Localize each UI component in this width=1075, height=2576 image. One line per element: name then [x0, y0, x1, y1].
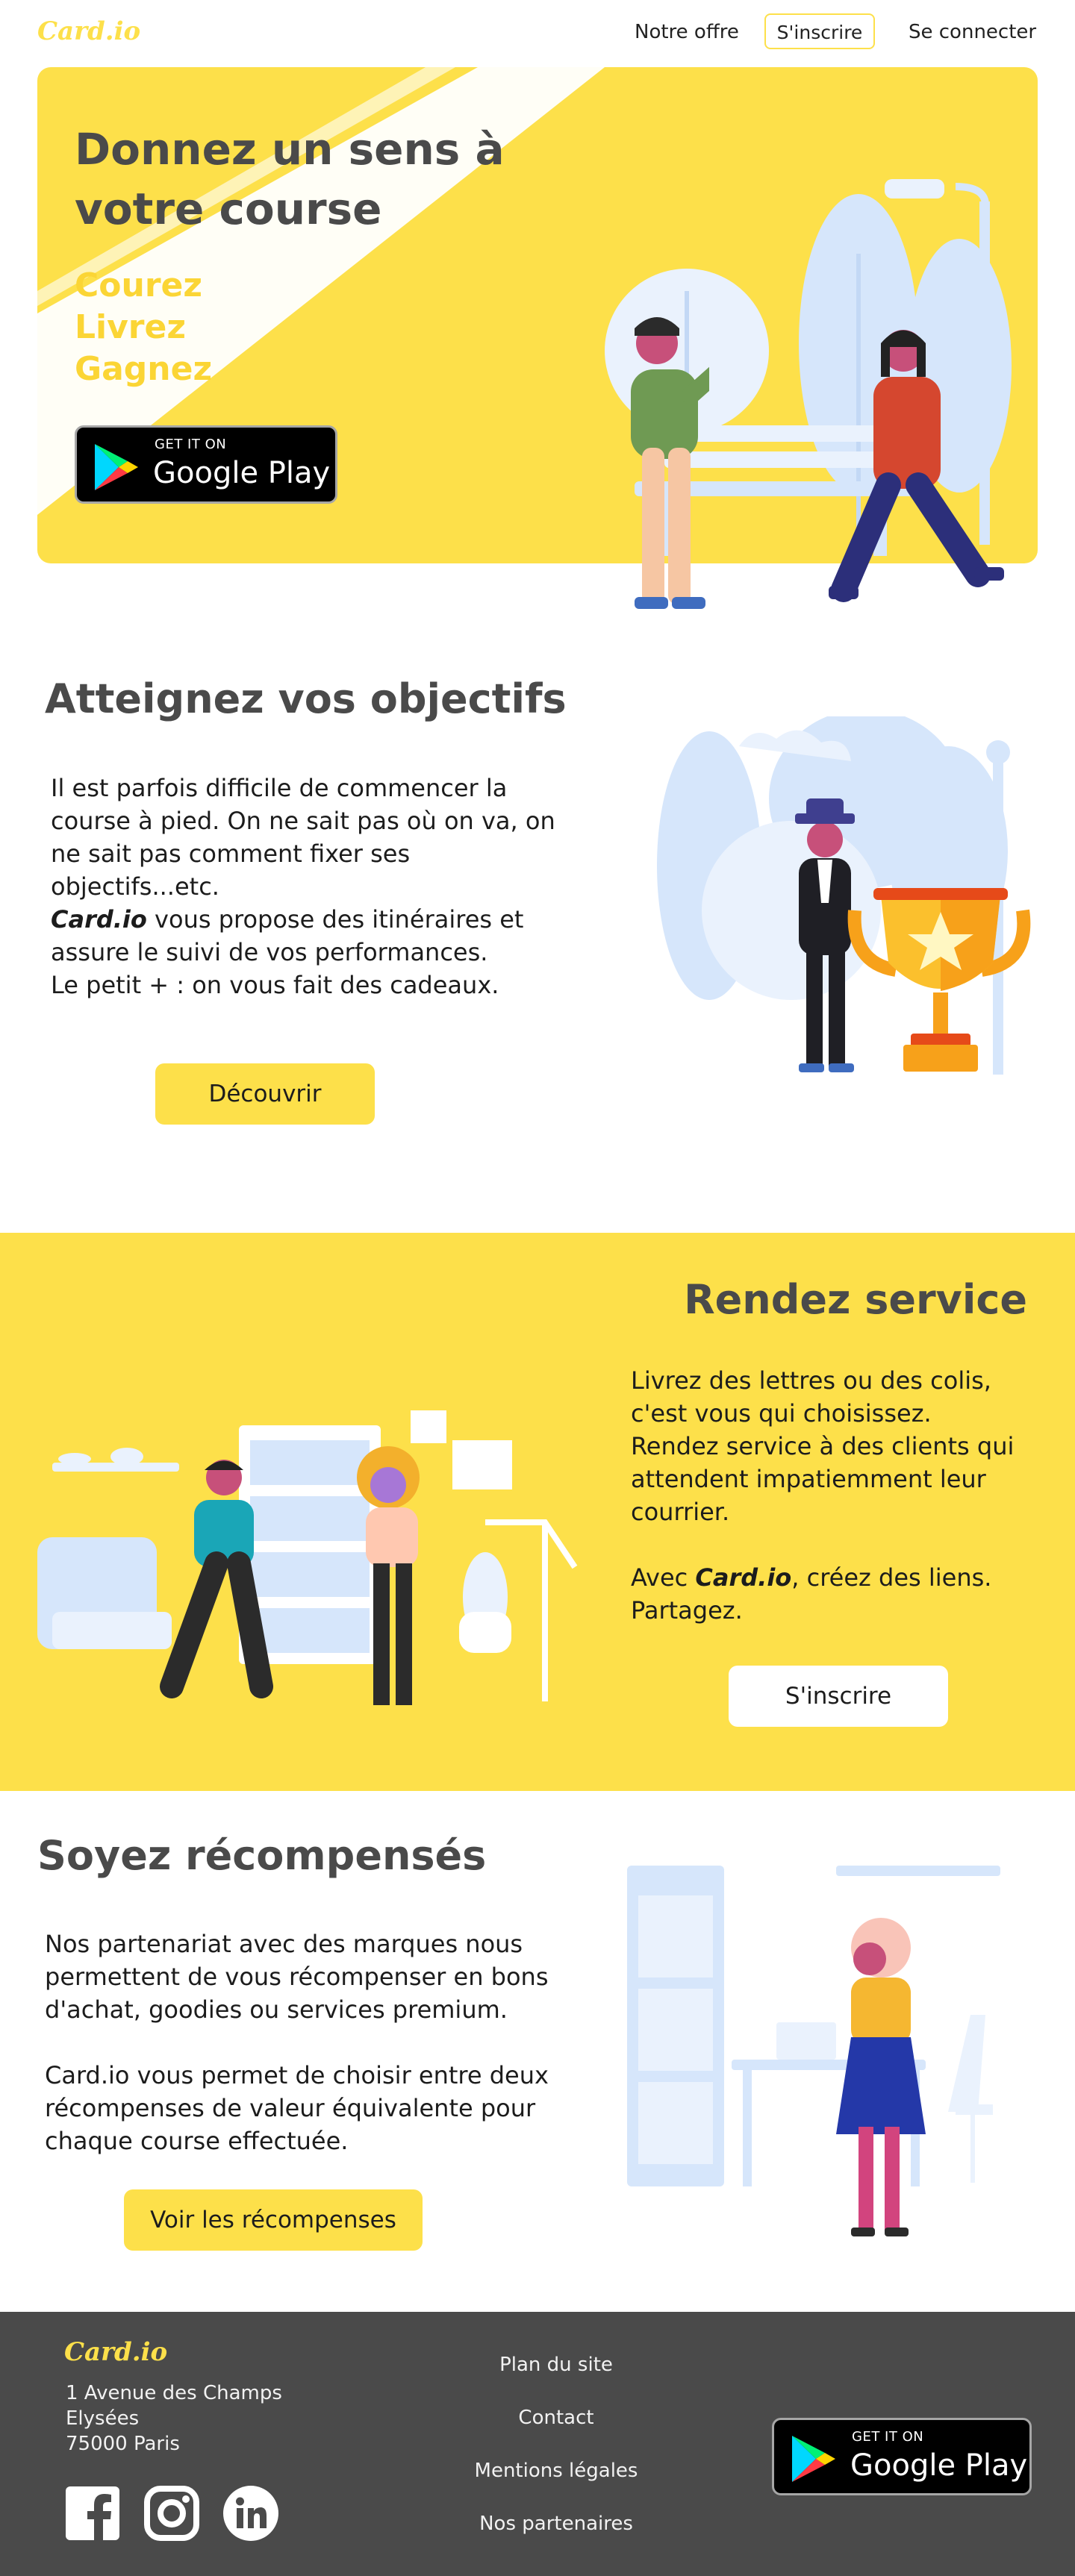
badge-small-text: GET IT ON [852, 2429, 924, 2445]
google-play-badge[interactable]: GET IT ON Google Play [75, 425, 337, 504]
service-para-3: Avec Card.io, créez des liens. [631, 1561, 1049, 1594]
discover-button[interactable]: Découvrir [155, 1063, 375, 1125]
see-rewards-button[interactable]: Voir les récompenses [124, 2189, 423, 2251]
instagram-icon[interactable] [143, 2485, 200, 2542]
trophy-illustration [657, 716, 1031, 1075]
walker-illustration [829, 330, 1004, 602]
badge-big-text: Google Play [153, 456, 331, 490]
rewards-para-1: Nos partenariat avec des marques nous pe… [45, 1930, 549, 2024]
brand-name: Card.io [695, 1563, 792, 1592]
footer-link-partners[interactable]: Nos partenaires [407, 2513, 705, 2535]
rewards-illustration [627, 1866, 1000, 2236]
footer-link-contact[interactable]: Contact [407, 2407, 705, 2429]
badge-big-text: Google Play [850, 2448, 1028, 2483]
runner-illustration [631, 317, 709, 609]
brand-logo[interactable]: Card.io [37, 16, 140, 46]
slogan-run: Courez [75, 266, 202, 304]
footer-link-legal[interactable]: Mentions légales [407, 2460, 705, 2482]
objectives-para-1: Il est parfois difficile de commencer la… [51, 774, 555, 901]
service-title: Rendez service [684, 1276, 1027, 1323]
nav-our-offer[interactable]: Notre offre [635, 13, 739, 51]
footer-link-sitemap[interactable]: Plan du site [407, 2354, 705, 2376]
rewards-title: Soyez récompensés [37, 1832, 487, 1879]
objectives-para-3: Le petit + : on vous fait des cadeaux. [51, 971, 499, 999]
service-signup-button[interactable]: S'inscrire [729, 1666, 948, 1727]
objectives-para-2: Card.io vous propose des itinéraires et … [51, 903, 573, 969]
footer-address: 1 Avenue des Champs Elysées 75000 Paris [66, 2382, 282, 2455]
linkedin-icon[interactable] [222, 2485, 279, 2542]
objectives-title: Atteignez vos objectifs [45, 675, 567, 722]
rewards-para-2: Card.io vous permet de choisir entre deu… [45, 2061, 549, 2155]
facebook-icon[interactable] [64, 2485, 121, 2542]
slogan-deliver: Livrez [75, 308, 186, 346]
brand-name: Card.io [51, 905, 147, 934]
google-play-icon [95, 444, 138, 490]
delivery-illustration [37, 1410, 578, 1705]
footer-google-play-badge[interactable]: GET IT ON Google Play [772, 2418, 1032, 2495]
hero-title: Donnez un sens à votre course [75, 124, 505, 234]
badge-small-text: GET IT ON [155, 437, 227, 452]
service-para-3-start: Avec [631, 1563, 696, 1592]
service-para-2: Rendez service à des clients qui attende… [631, 1432, 1015, 1526]
service-para-4: Partagez. [631, 1596, 743, 1625]
service-para-1: Livrez des lettres ou des colis, c'est v… [631, 1366, 991, 1428]
nav-login[interactable]: Se connecter [909, 13, 1036, 51]
footer-logo[interactable]: Card.io [64, 2337, 167, 2367]
nav-signup-button[interactable]: S'inscrire [764, 13, 875, 49]
google-play-icon [792, 2436, 835, 2482]
service-para-3-end: , créez des liens. [791, 1563, 992, 1592]
slogan-win: Gagnez [75, 350, 213, 388]
